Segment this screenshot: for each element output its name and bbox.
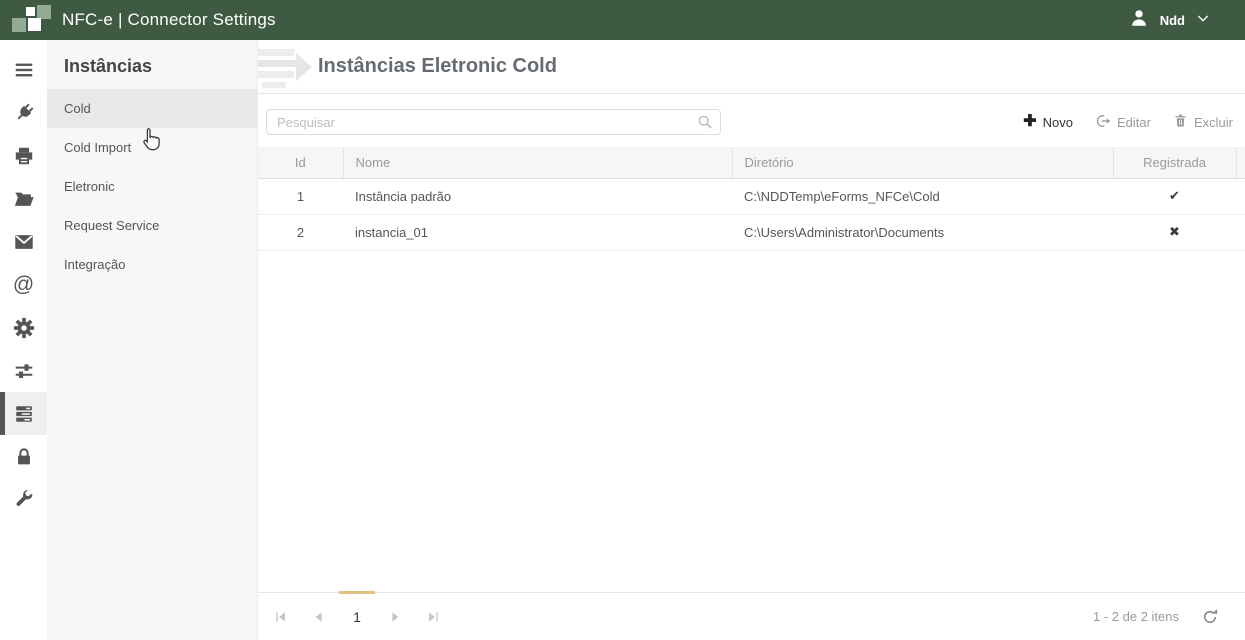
trash-icon bbox=[1173, 113, 1188, 131]
cell-registrada-check-icon: ✔ bbox=[1113, 178, 1236, 214]
editar-button[interactable]: Editar bbox=[1095, 113, 1151, 132]
cell-diretorio: C:\NDDTemp\eForms_NFCe\Cold bbox=[732, 178, 1113, 214]
sidebar-item-label: Eletronic bbox=[64, 179, 115, 194]
plug-icon bbox=[13, 102, 35, 124]
next-page-button[interactable] bbox=[376, 604, 414, 630]
rail-item-folders[interactable] bbox=[0, 177, 47, 220]
column-header-diretorio[interactable]: Diretório bbox=[732, 147, 1113, 178]
sidebar-item-label: Cold bbox=[64, 101, 91, 116]
rail-item-settings[interactable] bbox=[0, 306, 47, 349]
menu-icon bbox=[13, 59, 35, 81]
table-row[interactable]: 1 Instância padrão C:\NDDTemp\eForms_NFC… bbox=[258, 178, 1245, 214]
sidebar-item-integração[interactable]: Integração bbox=[47, 245, 257, 284]
rail-item-instances[interactable] bbox=[0, 392, 47, 435]
edit-icon bbox=[1095, 113, 1111, 132]
plus-icon: ✚ bbox=[1023, 114, 1036, 130]
mail-icon bbox=[13, 231, 35, 253]
app-logo-icon bbox=[10, 5, 44, 35]
first-page-button[interactable] bbox=[262, 604, 300, 630]
prev-page-button[interactable] bbox=[300, 604, 338, 630]
column-header-nome[interactable]: Nome bbox=[343, 147, 732, 178]
next-page-icon bbox=[387, 609, 403, 625]
rail-item-menu[interactable] bbox=[0, 48, 47, 91]
page-title: Instâncias Eletronic Cold bbox=[318, 55, 557, 78]
novo-button[interactable]: ✚ Novo bbox=[1023, 114, 1073, 130]
rail-item-tools[interactable] bbox=[0, 478, 47, 521]
sliders-icon bbox=[13, 360, 35, 382]
toolbar: ✚ Novo Editar Excluir bbox=[258, 94, 1245, 147]
table-row[interactable]: 2 instancia_01 C:\Users\Administrator\Do… bbox=[258, 214, 1245, 250]
first-page-icon bbox=[273, 609, 289, 625]
cell-filler bbox=[1236, 214, 1245, 250]
refresh-button[interactable] bbox=[1201, 608, 1219, 626]
rail-item-connector[interactable] bbox=[0, 91, 47, 134]
cell-id: 2 bbox=[258, 214, 343, 250]
cell-nome: instancia_01 bbox=[343, 214, 732, 250]
column-header-registrada[interactable]: Registrada bbox=[1113, 147, 1236, 178]
sidebar-item-label: Integração bbox=[64, 257, 125, 272]
content-header: Instâncias Eletronic Cold bbox=[258, 40, 1245, 94]
cell-id: 1 bbox=[258, 178, 343, 214]
last-page-icon bbox=[425, 609, 441, 625]
rail-item-mail[interactable] bbox=[0, 220, 47, 263]
cell-filler bbox=[1236, 178, 1245, 214]
refresh-icon bbox=[1201, 608, 1219, 626]
sidebar-items: Cold Cold Import Eletronic Request Servi… bbox=[47, 89, 257, 284]
rail-item-parameters[interactable] bbox=[0, 349, 47, 392]
wrench-icon bbox=[13, 489, 35, 511]
prev-page-icon bbox=[311, 609, 327, 625]
chevron-down-icon bbox=[1195, 10, 1211, 31]
at-icon: @ bbox=[13, 274, 34, 295]
sidebar-item-label: Request Service bbox=[64, 218, 159, 233]
current-page-accent bbox=[339, 591, 375, 594]
rail-item-printer[interactable] bbox=[0, 134, 47, 177]
grid-empty-area bbox=[258, 251, 1245, 593]
instances-grid: Id Nome Diretório Registrada 1 Instância… bbox=[258, 147, 1245, 251]
document-flow-watermark-icon bbox=[258, 45, 308, 89]
sidebar: Instâncias Cold Cold Import Eletronic Re… bbox=[47, 40, 258, 640]
search-input[interactable] bbox=[266, 109, 721, 135]
cell-nome: Instância padrão bbox=[343, 178, 732, 214]
sidebar-title: Instâncias bbox=[47, 40, 257, 89]
sidebar-item-cold[interactable]: Cold bbox=[47, 89, 257, 128]
folder-open-icon bbox=[13, 188, 35, 210]
instances-icon bbox=[13, 403, 35, 425]
cell-diretorio: C:\Users\Administrator\Documents bbox=[732, 214, 1113, 250]
sidebar-item-request-service[interactable]: Request Service bbox=[47, 206, 257, 245]
sidebar-item-label: Cold Import bbox=[64, 140, 131, 155]
sidebar-item-cold-import[interactable]: Cold Import bbox=[47, 128, 257, 167]
column-header-id[interactable]: Id bbox=[258, 147, 343, 178]
rail-item-email-at[interactable]: @ bbox=[0, 263, 47, 306]
search-icon bbox=[697, 114, 713, 130]
lock-icon bbox=[13, 446, 35, 468]
printer-icon bbox=[13, 145, 35, 167]
column-header-filler bbox=[1236, 147, 1245, 178]
app-title: NFC-e | Connector Settings bbox=[62, 10, 276, 30]
grid-header-row: Id Nome Diretório Registrada bbox=[258, 147, 1245, 178]
page-number-button[interactable]: 1 bbox=[338, 604, 376, 630]
user-name: Ndd bbox=[1160, 13, 1185, 28]
icon-rail: @ bbox=[0, 40, 47, 640]
excluir-button[interactable]: Excluir bbox=[1173, 113, 1233, 131]
cell-registrada-cross-icon: ✖ bbox=[1113, 214, 1236, 250]
user-icon bbox=[1128, 7, 1150, 34]
topbar: NFC-e | Connector Settings Ndd bbox=[0, 0, 1245, 40]
last-page-button[interactable] bbox=[414, 604, 452, 630]
rail-item-security[interactable] bbox=[0, 435, 47, 478]
table-body: 1 Instância padrão C:\NDDTemp\eForms_NFC… bbox=[258, 178, 1245, 250]
sidebar-item-eletronic[interactable]: Eletronic bbox=[47, 167, 257, 206]
main-content: Instâncias Eletronic Cold ✚ Novo Editar … bbox=[258, 40, 1245, 640]
pager: 1 1 - 2 de 2 itens bbox=[258, 592, 1245, 640]
pager-info: 1 - 2 de 2 itens bbox=[1093, 609, 1179, 624]
gear-icon bbox=[13, 317, 35, 339]
user-menu[interactable]: Ndd bbox=[1128, 7, 1211, 34]
